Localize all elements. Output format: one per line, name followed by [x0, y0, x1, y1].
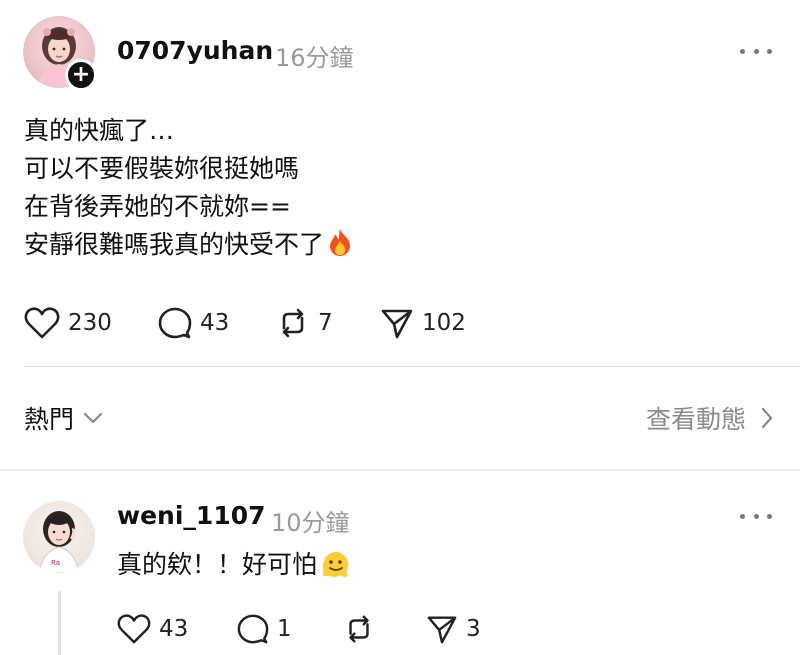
reply-actions: 43 1 3: [0, 611, 800, 647]
like-count: 230: [68, 310, 112, 336]
comment-icon: [237, 614, 269, 644]
like-button[interactable]: 230: [24, 305, 112, 341]
post-body-line-with-emoji: 安靜很難嗎我真的快受不了: [24, 226, 354, 268]
sort-dropdown[interactable]: 熱門: [24, 400, 104, 436]
repost-icon: [349, 615, 369, 643]
reply-like-count: 43: [159, 616, 189, 642]
fire-emoji: [326, 227, 354, 268]
reply-body: 真的欸！！好可怕: [117, 545, 351, 585]
reply-comment-count: 1: [277, 616, 292, 642]
comment-button[interactable]: 43: [158, 305, 229, 341]
view-activity-label: 查看動態: [645, 405, 746, 434]
post-body: 真的快瘋了… 可以不要假裝妳很挺她嗎 在背後弄她的不就妳== 安靜很難嗎我真的快…: [24, 112, 354, 268]
sort-row: 熱門 查看動態: [0, 370, 800, 466]
reply-timestamp: 10分鐘: [271, 509, 350, 537]
comment-count: 43: [200, 310, 230, 336]
reply-like-button[interactable]: 43: [117, 611, 188, 647]
post-timestamp: 16分鐘: [275, 44, 354, 72]
post-body-line: 真的快瘋了…: [24, 116, 175, 145]
view-activity-link[interactable]: 查看動態: [646, 400, 774, 436]
comment-icon: [158, 307, 192, 339]
heart-icon: [24, 307, 60, 339]
post-body-line: 在背後弄她的不就妳==: [24, 192, 291, 221]
chevron-right-icon: [761, 407, 773, 429]
more-dot: [753, 513, 759, 519]
post-username[interactable]: 0707yuhan: [117, 36, 273, 65]
repost-button[interactable]: 7: [276, 305, 333, 341]
more-dot: [753, 48, 759, 54]
sort-label: 熱門: [24, 405, 75, 434]
more-dot: [767, 513, 772, 519]
reply-share-count: 3: [466, 616, 481, 642]
more-dot: [740, 513, 745, 519]
reply-username[interactable]: weni_1107: [117, 501, 266, 530]
reply: Ra weni_1107 10分鐘 真的欸！！好可怕 43 1 3: [0, 471, 800, 655]
heart-icon: [117, 614, 151, 644]
post-body-line: 安靜很難嗎我真的快受不了: [24, 230, 325, 259]
more-dot: [740, 48, 745, 54]
reply-text: 真的欸！！好可怕: [117, 550, 318, 579]
post-body-line: 可以不要假裝妳很挺她嗎: [24, 154, 300, 183]
reply-avatar[interactable]: Ra: [23, 501, 95, 573]
reply-comment-button[interactable]: 1: [237, 611, 292, 647]
reply-avatar-image: Ra: [38, 511, 80, 573]
share-icon: [427, 616, 457, 644]
follow-plus-icon[interactable]: +: [65, 59, 97, 91]
repost-count: 7: [318, 310, 333, 336]
svg-text:Ra: Ra: [51, 559, 60, 567]
more-icon[interactable]: [738, 501, 774, 531]
repost-icon: [282, 308, 304, 338]
post-actions: 230 43 7 102: [0, 305, 800, 341]
share-button[interactable]: 102: [380, 305, 466, 341]
post: + 0707yuhan 16分鐘 真的快瘋了… 可以不要假裝妳很挺她嗎 在背後弄…: [0, 0, 800, 370]
share-icon: [381, 309, 413, 339]
share-count: 102: [422, 310, 466, 336]
melting-face-emoji: [319, 549, 351, 585]
more-icon[interactable]: [738, 36, 774, 66]
post-avatar-wrap[interactable]: +: [23, 16, 97, 91]
reply-repost-button[interactable]: [343, 611, 383, 647]
reply-share-button[interactable]: 3: [426, 611, 481, 647]
more-dot: [767, 48, 772, 54]
chevron-down-icon: [83, 412, 103, 424]
divider: [24, 366, 800, 367]
